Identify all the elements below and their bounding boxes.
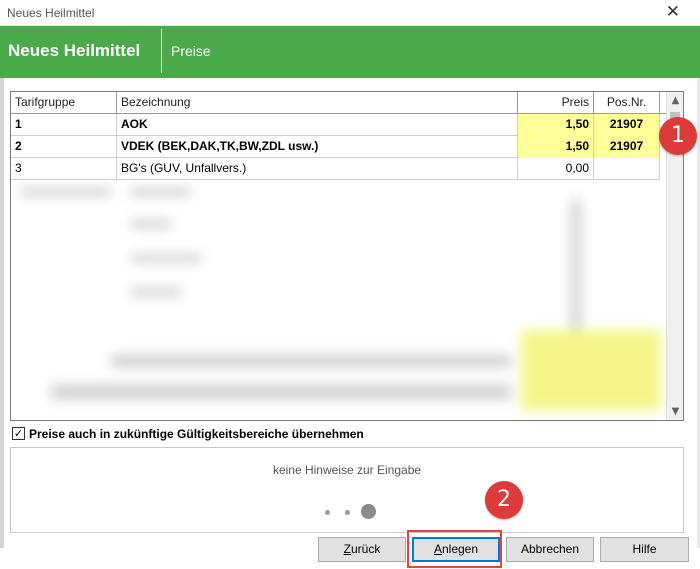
back-button[interactable]: Zurück	[318, 537, 406, 562]
cell-preis[interactable]: 1,50	[518, 114, 594, 136]
cancel-button[interactable]: Abbrechen	[506, 537, 594, 562]
close-icon[interactable]: ✕	[666, 2, 680, 22]
cell-tarifgruppe[interactable]: 3	[11, 158, 117, 180]
cell-bezeichnung[interactable]: BG's (GUV, Unfallvers.)	[117, 158, 518, 180]
window-titlebar: Neues Heilmittel ✕	[0, 0, 700, 26]
window-title: Neues Heilmittel	[7, 6, 95, 20]
help-button[interactable]: Hilfe	[600, 537, 689, 562]
column-header-posnr[interactable]: Pos.Nr.	[594, 92, 660, 114]
price-table: Tarifgruppe Bezeichnung Preis Pos.Nr. 1 …	[10, 91, 684, 421]
step-marker-1: 1	[659, 117, 697, 155]
apply-future-prices-label: Preise auch in zukünftige Gültigkeitsber…	[29, 427, 364, 441]
hint-panel: keine Hinweise zur Eingabe	[10, 447, 684, 533]
banner-divider	[161, 29, 162, 73]
scroll-up-arrow-icon[interactable]: ▲	[667, 92, 683, 109]
cell-posnr[interactable]: 21907	[594, 114, 660, 136]
table-row[interactable]: 3 BG's (GUV, Unfallvers.) 0,00	[11, 158, 660, 180]
table-header: Tarifgruppe Bezeichnung Preis Pos.Nr.	[11, 92, 667, 114]
page-indicator-dot[interactable]	[325, 510, 330, 515]
header-banner: Neues Heilmittel Preise	[0, 26, 700, 78]
page-indicator-dot-active[interactable]	[361, 504, 376, 519]
cell-tarifgruppe[interactable]: 2	[11, 136, 117, 158]
highlight-frame	[407, 530, 502, 568]
apply-future-prices-checkbox[interactable]: ✓	[12, 427, 25, 440]
table-row[interactable]: 1 AOK 1,50 21907	[11, 114, 660, 136]
cell-tarifgruppe[interactable]: 1	[11, 114, 117, 136]
cell-posnr[interactable]: 21907	[594, 136, 660, 158]
cell-preis[interactable]: 0,00	[518, 158, 594, 180]
column-header-tarifgruppe[interactable]: Tarifgruppe	[11, 92, 117, 114]
page-subtitle: Preise	[171, 43, 211, 59]
hint-text: keine Hinweise zur Eingabe	[272, 463, 422, 477]
table-row[interactable]: 2 VDEK (BEK,DAK,TK,BW,ZDL usw.) 1,50 219…	[11, 136, 660, 158]
step-marker-2: 2	[485, 481, 523, 519]
cell-preis[interactable]: 1,50	[518, 136, 594, 158]
cell-bezeichnung[interactable]: VDEK (BEK,DAK,TK,BW,ZDL usw.)	[117, 136, 518, 158]
page-title: Neues Heilmittel	[8, 41, 141, 60]
page-indicator-dot[interactable]	[345, 510, 350, 515]
column-header-preis[interactable]: Preis	[518, 92, 594, 114]
column-header-bezeichnung[interactable]: Bezeichnung	[117, 92, 518, 114]
left-window-edge	[0, 78, 4, 548]
cell-bezeichnung[interactable]: AOK	[117, 114, 518, 136]
blurred-rows	[11, 180, 661, 420]
scroll-down-arrow-icon[interactable]: ▼	[667, 403, 683, 420]
cell-posnr[interactable]	[594, 158, 660, 180]
